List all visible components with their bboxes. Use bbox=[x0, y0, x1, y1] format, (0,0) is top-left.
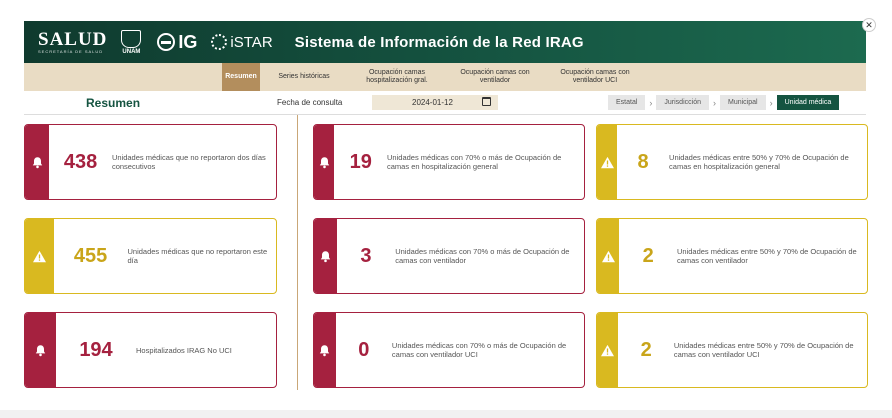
chevron-right-icon: › bbox=[769, 97, 773, 108]
warning-icon bbox=[600, 344, 615, 357]
summary-card[interactable]: 3 Unidades médicas con 70% o más de Ocupa… bbox=[313, 218, 585, 294]
bell-icon bbox=[318, 344, 331, 357]
card-description: Unidades médicas entre 50% y 70% de Ocup… bbox=[673, 341, 854, 359]
card-band bbox=[597, 313, 619, 387]
tab-ocupacion-ventilador[interactable]: Ocupación camas con ventilador bbox=[456, 63, 534, 91]
crumb-estatal[interactable]: Estatal bbox=[608, 95, 646, 110]
main-nav: Resumen Series históricas Ocupación cama… bbox=[24, 63, 866, 91]
crumb-jurisdiccion[interactable]: Jurisdicción bbox=[656, 95, 709, 110]
tab-ocupacion-hospitalizacion[interactable]: Ocupación camas hospitalización gral. bbox=[356, 63, 438, 91]
card-value: 438 bbox=[63, 150, 98, 173]
calendar-icon[interactable] bbox=[482, 97, 491, 106]
column-divider bbox=[297, 115, 298, 390]
salud-logo: SALUD SECRETARÍA DE SALUD bbox=[38, 28, 108, 54]
ig-logo: IG bbox=[157, 32, 197, 53]
crumb-unidad-medica[interactable]: Unidad médica bbox=[776, 95, 840, 110]
summary-card[interactable]: 194 Hospitalizados IRAG No UCI bbox=[24, 312, 277, 388]
chevron-right-icon: › bbox=[712, 97, 716, 108]
summary-card[interactable]: 455 Unidades médicas que no reportaron es… bbox=[24, 218, 277, 294]
level-breadcrumb: Estatal › Jurisdicción › Municipal › Uni… bbox=[608, 95, 840, 110]
salud-logo-text: SALUD bbox=[38, 28, 108, 50]
warning-icon bbox=[32, 250, 47, 263]
card-value: 194 bbox=[79, 338, 113, 361]
card-value: 2 bbox=[642, 244, 654, 267]
chevron-right-icon: › bbox=[649, 97, 653, 108]
unam-logo: UNAM bbox=[121, 29, 142, 55]
salud-logo-subtext: SECRETARÍA DE SALUD bbox=[38, 48, 104, 54]
card-value: 3 bbox=[360, 244, 372, 267]
bell-icon bbox=[319, 250, 332, 263]
bell-icon bbox=[318, 156, 331, 169]
card-value: 0 bbox=[358, 338, 370, 361]
app-header: SALUD SECRETARÍA DE SALUD UNAM IG iSTAR … bbox=[24, 21, 866, 63]
crumb-municipal[interactable]: Municipal bbox=[719, 95, 766, 110]
summary-card[interactable]: 2 Unidades médicas entre 50% y 70% de Ocu… bbox=[596, 218, 868, 294]
tab-series-historicas[interactable]: Series históricas bbox=[274, 63, 334, 91]
card-band bbox=[314, 219, 337, 293]
ig-logo-text: IG bbox=[178, 31, 198, 52]
os-taskbar bbox=[0, 410, 892, 418]
card-description: Unidades médicas entre 50% y 70% de Ocup… bbox=[676, 247, 857, 265]
warning-icon bbox=[601, 250, 616, 263]
app-title: Sistema de Información de la Red IRAG bbox=[294, 33, 584, 51]
warning-icon bbox=[600, 156, 615, 169]
card-band bbox=[25, 219, 54, 293]
card-value: 19 bbox=[349, 150, 372, 173]
ig-globe-icon bbox=[157, 33, 176, 51]
card-band bbox=[597, 125, 618, 199]
fecha-input[interactable] bbox=[372, 95, 498, 110]
card-description: Hospitalizados IRAG No UCI bbox=[136, 345, 232, 355]
unam-logo-text: UNAM bbox=[122, 48, 141, 55]
section-title: Resumen bbox=[86, 96, 141, 110]
fecha-label: Fecha de consulta bbox=[277, 98, 343, 107]
card-value: 455 bbox=[73, 244, 108, 267]
card-band bbox=[314, 125, 335, 199]
istar-gear-icon bbox=[211, 34, 228, 50]
summary-card[interactable]: 438 Unidades médicas que no reportaron do… bbox=[24, 124, 277, 200]
istar-logo: iSTAR bbox=[211, 33, 273, 51]
toolbar: Resumen Fecha de consulta Estatal › Juri… bbox=[24, 91, 866, 115]
card-band bbox=[25, 125, 50, 199]
istar-logo-text: iSTAR bbox=[230, 33, 273, 51]
tab-ocupacion-ventilador-uci[interactable]: Ocupación camas con ventilador UCI bbox=[556, 63, 634, 91]
card-description: Unidades médicas con 70% o más de Ocupac… bbox=[387, 153, 562, 171]
summary-card[interactable]: 0 Unidades médicas con 70% o más de Ocupa… bbox=[313, 312, 585, 388]
card-description: Unidades médicas que no reportaron este … bbox=[127, 247, 268, 265]
unam-shield-icon bbox=[121, 29, 142, 48]
card-description: Unidades médicas que no reportaron dos d… bbox=[111, 153, 266, 171]
card-description: Unidades médicas con 70% o más de Ocupac… bbox=[391, 341, 567, 359]
close-icon[interactable]: ✕ bbox=[862, 18, 876, 32]
summary-card[interactable]: 2 Unidades médicas entre 50% y 70% de Ocu… bbox=[596, 312, 868, 388]
card-band bbox=[597, 219, 620, 293]
tab-resumen[interactable]: Resumen bbox=[222, 63, 260, 91]
bell-icon bbox=[31, 156, 44, 169]
card-band bbox=[314, 313, 336, 387]
summary-card[interactable]: 19 Unidades médicas con 70% o más de Ocup… bbox=[313, 124, 585, 200]
card-value: 2 bbox=[640, 338, 652, 361]
card-description: Unidades médicas entre 50% y 70% de Ocup… bbox=[669, 153, 849, 171]
card-description: Unidades médicas con 70% o más de Ocupac… bbox=[395, 247, 570, 265]
summary-card[interactable]: 8 Unidades médicas entre 50% y 70% de Ocu… bbox=[596, 124, 868, 200]
bell-icon bbox=[34, 344, 47, 357]
card-band bbox=[25, 313, 56, 387]
card-value: 8 bbox=[637, 150, 649, 173]
